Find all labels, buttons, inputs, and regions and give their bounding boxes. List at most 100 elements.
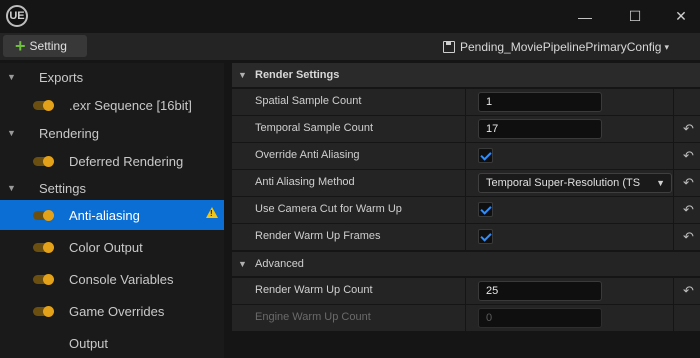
- column-divider: [673, 278, 674, 304]
- preset-selector[interactable]: Pending_MoviePipelinePrimaryConfig ▾: [443, 37, 669, 57]
- property-label: Override Anti Aliasing: [255, 149, 360, 161]
- caret-down-icon[interactable]: ▼: [238, 70, 247, 80]
- column-divider[interactable]: [465, 278, 466, 304]
- caret-down-icon[interactable]: ▼: [7, 183, 16, 193]
- tree-item-label: Output: [69, 335, 109, 351]
- setting-button-label: Setting: [29, 39, 67, 53]
- tree-category-rendering[interactable]: ▼ Rendering: [0, 119, 224, 147]
- reset-to-default-icon[interactable]: ↶: [683, 122, 697, 136]
- column-divider: [673, 89, 674, 115]
- column-divider[interactable]: [465, 116, 466, 142]
- tree-item-label: Game Overrides: [69, 303, 165, 319]
- caret-down-icon[interactable]: ▼: [238, 259, 247, 269]
- section-title: Advanced: [255, 258, 304, 270]
- prop-render-warm-up-count: Render Warm Up Count 25 ↶: [232, 278, 700, 304]
- property-label: Spatial Sample Count: [255, 95, 362, 107]
- column-divider: [673, 143, 674, 169]
- enable-toggle[interactable]: [33, 100, 54, 111]
- tree-item-output[interactable]: Output: [0, 329, 224, 357]
- tree-item-color-output[interactable]: Color Output: [0, 233, 224, 261]
- category-label: Exports: [39, 69, 84, 85]
- column-divider[interactable]: [465, 89, 466, 115]
- reset-to-default-icon[interactable]: ↶: [683, 176, 697, 190]
- maximize-button[interactable]: ☐: [612, 0, 658, 33]
- spatial-sample-count-input[interactable]: 1: [478, 92, 602, 112]
- enable-toggle[interactable]: [33, 306, 54, 317]
- close-button[interactable]: ✕: [658, 0, 700, 33]
- panel-splitter[interactable]: [224, 63, 232, 358]
- add-setting-button[interactable]: + Setting: [3, 35, 87, 57]
- tree-item-label: Deferred Rendering: [69, 153, 184, 169]
- prop-temporal-sample-count: Temporal Sample Count 17 ↶: [232, 116, 700, 142]
- use-camera-cut-checkbox[interactable]: [478, 202, 493, 217]
- column-divider[interactable]: [465, 170, 466, 196]
- tree-category-settings[interactable]: ▼ Settings: [0, 174, 224, 202]
- category-label: Settings: [39, 180, 86, 196]
- prop-use-camera-cut: Use Camera Cut for Warm Up ↶: [232, 197, 700, 223]
- tree-item-deferred-rendering[interactable]: Deferred Rendering: [0, 147, 224, 175]
- column-divider[interactable]: [465, 197, 466, 223]
- plus-icon: +: [15, 36, 26, 56]
- tree-item-anti-aliasing[interactable]: Anti-aliasing !: [0, 200, 224, 230]
- prop-spatial-sample-count: Spatial Sample Count 1: [232, 89, 700, 115]
- column-divider: [673, 197, 674, 223]
- reset-to-default-icon[interactable]: ↶: [683, 203, 697, 217]
- chevron-down-icon: ▾: [664, 41, 669, 52]
- property-label: Use Camera Cut for Warm Up: [255, 203, 402, 215]
- caret-down-icon[interactable]: ▼: [7, 128, 16, 138]
- engine-warm-up-count-input: 0: [478, 308, 602, 328]
- section-render-settings[interactable]: ▼ Render Settings: [232, 63, 700, 87]
- warning-mark: !: [210, 209, 213, 218]
- property-label: Temporal Sample Count: [255, 122, 374, 134]
- temporal-sample-count-input[interactable]: 17: [478, 119, 602, 139]
- tree-item-label: Color Output: [69, 239, 143, 255]
- tree-item-exr-sequence[interactable]: .exr Sequence [16bit]: [0, 91, 224, 119]
- warning-icon: !: [206, 207, 218, 218]
- column-divider: [673, 224, 674, 250]
- column-divider[interactable]: [465, 305, 466, 331]
- enable-toggle[interactable]: [33, 242, 54, 253]
- tree-category-exports[interactable]: ▼ Exports: [0, 63, 224, 91]
- tree-item-label: Console Variables: [69, 271, 174, 287]
- reset-to-default-icon[interactable]: ↶: [683, 230, 697, 244]
- tree-item-label: .exr Sequence [16bit]: [69, 97, 192, 113]
- prop-engine-warm-up-count: Engine Warm Up Count 0: [232, 305, 700, 331]
- reset-to-default-icon[interactable]: ↶: [683, 284, 697, 298]
- unreal-logo-icon: UE: [6, 5, 28, 27]
- enable-toggle[interactable]: [33, 210, 54, 221]
- save-icon: [443, 41, 455, 53]
- render-warm-up-count-input[interactable]: 25: [478, 281, 602, 301]
- toolbar: + Setting Pending_MoviePipelinePrimaryCo…: [0, 33, 700, 60]
- override-anti-aliasing-checkbox[interactable]: [478, 148, 493, 163]
- property-label: Render Warm Up Count: [255, 284, 373, 296]
- tree-item-game-overrides[interactable]: Game Overrides: [0, 297, 224, 325]
- chevron-down-icon: ▼: [656, 178, 665, 188]
- column-divider: [673, 170, 674, 196]
- category-label: Rendering: [39, 125, 99, 141]
- section-title: Render Settings: [255, 69, 340, 81]
- details-panel: ▼ Render Settings Spatial Sample Count 1…: [232, 63, 700, 358]
- column-divider[interactable]: [465, 143, 466, 169]
- column-divider[interactable]: [465, 224, 466, 250]
- enable-toggle[interactable]: [33, 274, 54, 285]
- minimize-button[interactable]: —: [562, 0, 608, 33]
- dropdown-value: Temporal Super-Resolution (TS: [486, 177, 641, 189]
- preset-name: Pending_MoviePipelinePrimaryConfig: [460, 40, 662, 54]
- title-bar: UE — ☐ ✕: [0, 0, 700, 33]
- tree-item-console-variables[interactable]: Console Variables: [0, 265, 224, 293]
- prop-anti-aliasing-method: Anti Aliasing Method Temporal Super-Reso…: [232, 170, 700, 196]
- prop-override-anti-aliasing: Override Anti Aliasing ↶: [232, 143, 700, 169]
- property-label: Render Warm Up Frames: [255, 230, 381, 242]
- settings-tree: ▼ Exports .exr Sequence [16bit] ▼ Render…: [0, 63, 224, 358]
- tree-item-label: Anti-aliasing: [69, 207, 140, 223]
- enable-toggle[interactable]: [33, 156, 54, 167]
- render-warm-up-frames-checkbox[interactable]: [478, 229, 493, 244]
- property-label: Anti Aliasing Method: [255, 176, 355, 188]
- column-divider: [673, 305, 674, 331]
- caret-down-icon[interactable]: ▼: [7, 72, 16, 82]
- reset-to-default-icon[interactable]: ↶: [683, 149, 697, 163]
- section-advanced[interactable]: ▼ Advanced: [232, 252, 700, 276]
- anti-aliasing-method-dropdown[interactable]: Temporal Super-Resolution (TS ▼: [478, 173, 672, 193]
- column-divider: [673, 116, 674, 142]
- prop-render-warm-up-frames: Render Warm Up Frames ↶: [232, 224, 700, 250]
